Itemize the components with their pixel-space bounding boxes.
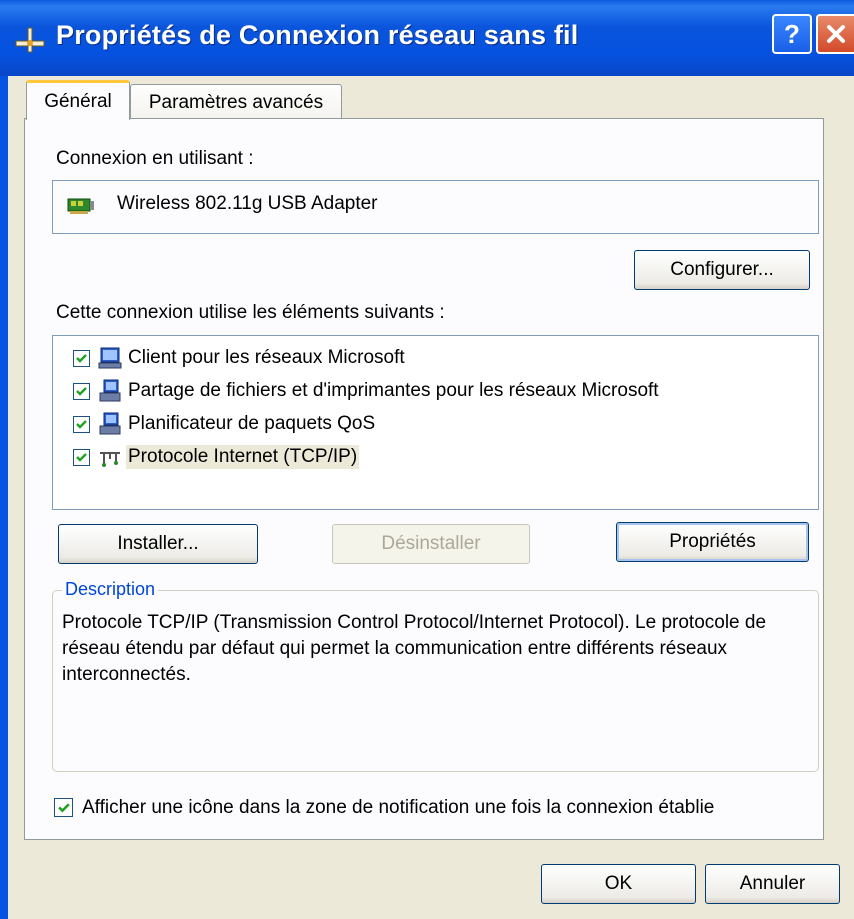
component-label: Protocole Internet (TCP/IP) xyxy=(126,445,360,469)
wireless-connection-icon xyxy=(15,27,45,53)
close-icon xyxy=(827,25,845,43)
network-service-icon xyxy=(99,379,121,402)
tab-general-label: Général xyxy=(44,90,112,112)
network-card-icon xyxy=(67,198,94,214)
help-icon: ? xyxy=(784,18,800,49)
list-item[interactable]: Partage de fichiers et d'imprimantes pou… xyxy=(53,375,661,407)
components-list[interactable]: Client pour les réseaux Microsoft Partag… xyxy=(52,335,819,510)
properties-button[interactable]: Propriétés xyxy=(616,522,809,562)
window-border-left xyxy=(0,76,8,919)
ok-button-label: OK xyxy=(604,873,633,894)
tab-advanced-label: Paramètres avancés xyxy=(148,91,324,113)
tab-general[interactable]: Général xyxy=(26,80,130,120)
checkmark-icon xyxy=(57,802,70,813)
cancel-button[interactable]: Annuler xyxy=(705,864,840,904)
dialog-window: Propriétés de Connexion réseau sans fil … xyxy=(0,0,854,919)
notification-label[interactable]: Afficher une icône dans la zone de notif… xyxy=(82,797,714,819)
network-protocol-icon xyxy=(100,452,120,467)
list-item[interactable]: Protocole Internet (TCP/IP) xyxy=(53,441,360,473)
connect-using-label: Connexion en utilisant : xyxy=(56,148,254,169)
components-label: Cette connexion utilise les éléments sui… xyxy=(56,302,445,323)
ok-button[interactable]: OK xyxy=(541,864,696,904)
title-bar[interactable]: Propriétés de Connexion réseau sans fil … xyxy=(0,0,854,76)
notification-checkbox[interactable] xyxy=(54,798,73,817)
description-text: Protocole TCP/IP (Transmission Control P… xyxy=(62,612,767,685)
uninstall-button-label: Désinstaller xyxy=(381,533,481,554)
component-checkbox[interactable] xyxy=(73,415,90,433)
checkmark-icon xyxy=(76,419,87,429)
help-button[interactable]: ? xyxy=(772,14,812,54)
list-item[interactable]: Planificateur de paquets QoS xyxy=(53,408,377,440)
checkmark-icon xyxy=(76,353,87,363)
window-title: Propriétés de Connexion réseau sans fil xyxy=(56,20,579,50)
component-checkbox[interactable] xyxy=(73,349,90,367)
list-item[interactable]: Client pour les réseaux Microsoft xyxy=(53,342,407,374)
cancel-button-label: Annuler xyxy=(739,873,806,894)
component-checkbox[interactable] xyxy=(73,382,90,400)
description-legend: Description xyxy=(62,579,159,600)
install-button[interactable]: Installer... xyxy=(58,524,258,564)
checkmark-icon xyxy=(76,386,87,396)
uninstall-button[interactable]: Désinstaller xyxy=(332,524,530,564)
properties-button-label: Propriétés xyxy=(669,531,756,552)
install-button-label: Installer... xyxy=(117,533,199,554)
component-label: Planificateur de paquets QoS xyxy=(128,413,376,434)
checkmark-icon xyxy=(76,452,87,462)
network-service-icon xyxy=(99,412,121,435)
component-checkbox[interactable] xyxy=(73,448,90,466)
component-label: Client pour les réseaux Microsoft xyxy=(128,347,405,368)
adapter-field: Wireless 802.11g USB Adapter xyxy=(52,180,819,234)
tab-advanced-settings[interactable]: Paramètres avancés xyxy=(130,84,342,120)
configure-button[interactable]: Configurer... xyxy=(634,250,810,290)
network-client-icon xyxy=(98,347,122,369)
component-label: Partage de fichiers et d'imprimantes pou… xyxy=(128,380,659,401)
close-button[interactable] xyxy=(816,14,854,54)
configure-button-label: Configurer... xyxy=(670,259,774,280)
adapter-name: Wireless 802.11g USB Adapter xyxy=(117,193,378,214)
